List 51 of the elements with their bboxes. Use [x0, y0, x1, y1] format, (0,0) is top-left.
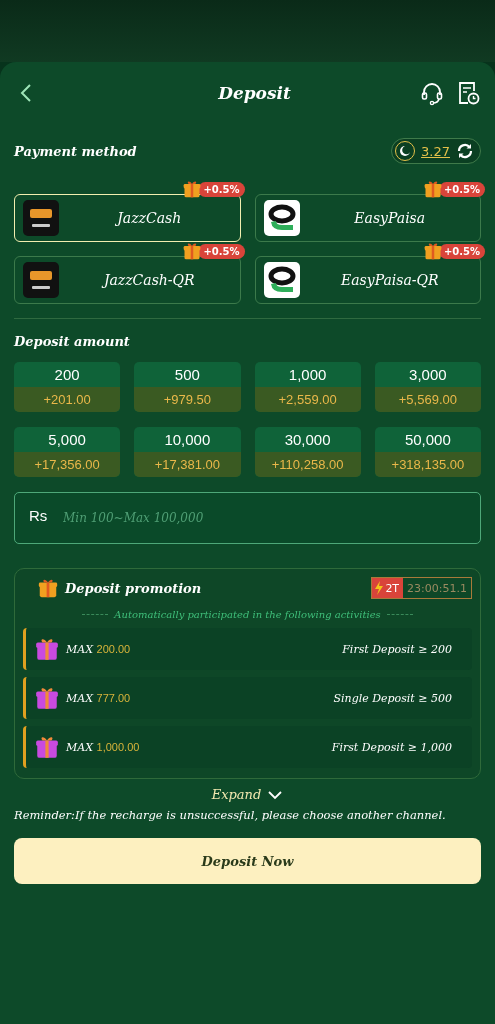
- gift-icon: [182, 179, 203, 199]
- amount-option[interactable]: 30,000 +110,258.00: [254, 427, 361, 477]
- payment-method-option[interactable]: EasyPaisa-QR: [254, 256, 481, 304]
- amount-option[interactable]: 50,000 +318,135.00: [374, 427, 481, 477]
- gift-icon: [34, 636, 60, 662]
- wallet-logo-icon: [263, 200, 300, 236]
- deposit-now-button[interactable]: Deposit Now: [14, 838, 481, 884]
- max-bonus: MAX 777.00: [66, 691, 132, 705]
- promotion-condition: First Deposit ≥ 200: [342, 642, 452, 656]
- payment-method-option[interactable]: JazzCash: [14, 194, 241, 242]
- gift-icon: [34, 685, 60, 711]
- payment-method-option[interactable]: EasyPaisa: [254, 194, 481, 242]
- currency-label: Rs: [29, 507, 48, 524]
- lightning-icon: [374, 581, 385, 595]
- reminder-text: Reminder:If the recharge is unsuccessful, please choose another channel.: [14, 808, 447, 822]
- promotion-condition: Single Deposit ≥ 500: [333, 691, 452, 705]
- section-label: Deposit amount: [14, 334, 130, 349]
- amount-option[interactable]: 200 +201.00: [14, 362, 121, 412]
- gift-icon: [422, 241, 443, 261]
- max-bonus: MAX 200.00: [66, 642, 132, 656]
- wallet-logo-icon: [23, 200, 59, 236]
- page-title: Deposit: [217, 83, 292, 103]
- chevron-down-icon: [267, 789, 284, 800]
- countdown-timer: 2T 23:00:51.1: [371, 577, 472, 599]
- gift-icon: [34, 734, 60, 760]
- amount-option[interactable]: 1,000 +2,559.00: [254, 362, 361, 412]
- gift-icon: [182, 241, 203, 261]
- wallet-logo-icon: [263, 262, 300, 298]
- gift-icon: [422, 179, 443, 199]
- bonus-badge: +0.5%: [438, 243, 485, 259]
- gift-icon: [37, 577, 59, 599]
- promotion-subtitle: Automatically participated in the following activities: [114, 609, 381, 620]
- expand-button[interactable]: Expand: [211, 787, 284, 802]
- flag-icon: [395, 141, 416, 161]
- promotion-title: Deposit promotion: [65, 580, 203, 596]
- amount-option[interactable]: 5,000 +17,356.00: [14, 427, 121, 477]
- max-bonus: MAX 1,000.00: [66, 740, 141, 754]
- amount-option[interactable]: 10,000 +17,381.00: [134, 427, 241, 477]
- bonus-badge: +0.5%: [198, 181, 245, 197]
- amount-option[interactable]: 500 +979.50: [134, 362, 241, 412]
- exchange-rate: 3.27: [421, 143, 450, 159]
- refresh-icon[interactable]: [456, 142, 474, 160]
- headset-icon[interactable]: [419, 80, 445, 106]
- bonus-badge: +0.5%: [438, 181, 485, 197]
- section-label: Payment method: [14, 143, 137, 159]
- bonus-badge: +0.5%: [198, 243, 245, 259]
- exchange-rate-chip[interactable]: 3.27: [391, 138, 481, 164]
- promotion-condition: First Deposit ≥ 1,000: [331, 740, 452, 754]
- amount-option[interactable]: 3,000 +5,569.00: [374, 362, 481, 412]
- payment-method-option[interactable]: JazzCash-QR: [14, 256, 241, 304]
- wallet-logo-icon: [23, 262, 59, 298]
